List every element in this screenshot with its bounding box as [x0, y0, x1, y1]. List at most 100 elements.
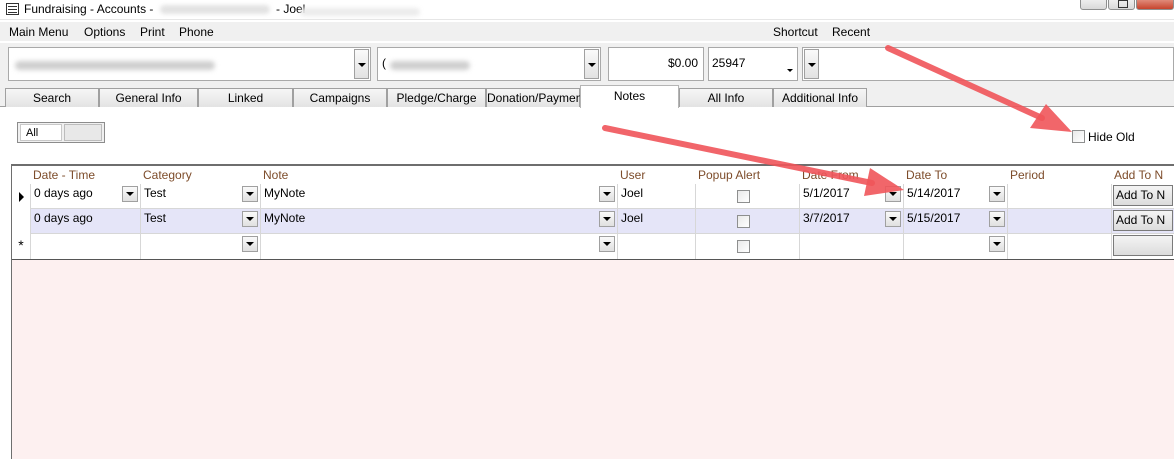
cell-date-time[interactable]: 0 days ago — [31, 184, 141, 209]
category-dropdown-button[interactable] — [242, 236, 258, 252]
tab-all-info[interactable]: All Info — [679, 88, 773, 107]
date-to-dropdown-button[interactable] — [989, 186, 1005, 202]
tab-donation-payment[interactable]: Donation/Payment — [486, 88, 586, 107]
popup-alert-checkbox[interactable] — [737, 190, 750, 203]
cell-user[interactable]: Joel — [618, 184, 696, 209]
category-dropdown-button[interactable] — [242, 211, 258, 227]
cell-date-to[interactable]: 5/14/2017 — [904, 184, 1008, 209]
menu-main-menu[interactable]: Main Menu — [9, 25, 68, 39]
cell-date-from-value: 3/7/2017 — [803, 211, 850, 225]
hide-old-option[interactable]: Hide Old — [1072, 129, 1135, 144]
account-extra-combo[interactable] — [802, 47, 1174, 81]
phone-dropdown-button[interactable] — [584, 49, 599, 79]
menu-print[interactable]: Print — [140, 25, 165, 39]
cell-popup-alert[interactable] — [696, 209, 800, 234]
account-extra-dropdown-button[interactable] — [804, 49, 819, 79]
filter-secondary-button[interactable] — [64, 124, 102, 141]
column-header-add-to[interactable]: Add To N — [1114, 168, 1163, 182]
cell-note[interactable] — [261, 234, 618, 259]
table-row[interactable]: 0 days ago Test MyNote Joel 5/1/2017 5/1… — [12, 184, 1174, 209]
account-number-value: 25947 — [712, 56, 746, 70]
column-header-date-to[interactable]: Date To — [906, 168, 947, 182]
account-name-dropdown-button[interactable] — [354, 49, 369, 79]
cell-date-time[interactable] — [31, 234, 141, 259]
redacted-title-detail — [300, 8, 420, 16]
note-dropdown-button[interactable] — [599, 236, 615, 252]
column-header-category[interactable]: Category — [143, 168, 192, 182]
notes-filter-panel: All Hide Old — [0, 107, 1174, 164]
close-button[interactable] — [1136, 0, 1174, 10]
menu-phone[interactable]: Phone — [179, 25, 214, 39]
popup-alert-checkbox[interactable] — [737, 215, 750, 228]
add-to-button[interactable]: Add To N — [1113, 210, 1173, 231]
cell-add-to[interactable] — [1112, 234, 1174, 259]
cell-user-value: Joel — [621, 211, 644, 225]
cell-period[interactable] — [1008, 209, 1112, 234]
column-header-date-from[interactable]: Date From — [802, 168, 859, 182]
note-dropdown-button[interactable] — [599, 211, 615, 227]
cell-popup-alert[interactable] — [696, 234, 800, 259]
category-dropdown-button[interactable] — [242, 186, 258, 202]
filter-toggle-group: All — [17, 122, 105, 143]
cell-date-from[interactable] — [800, 234, 904, 259]
date-to-dropdown-button[interactable] — [989, 211, 1005, 227]
tab-pledge-charge[interactable]: Pledge/Charge — [387, 88, 486, 107]
menu-recent[interactable]: Recent — [832, 25, 870, 39]
maximize-button[interactable] — [1108, 0, 1135, 10]
cell-period[interactable] — [1008, 234, 1112, 259]
cell-category-value: Test — [144, 211, 167, 225]
cell-date-to[interactable] — [904, 234, 1008, 259]
new-row-star-icon[interactable]: * — [12, 234, 31, 259]
cell-add-to[interactable]: Add To N — [1112, 209, 1174, 234]
cell-date-to[interactable]: 5/15/2017 — [904, 209, 1008, 234]
menu-shortcut[interactable]: Shortcut — [773, 25, 818, 39]
cell-note[interactable]: MyNote — [261, 209, 618, 234]
cell-period[interactable] — [1008, 184, 1112, 209]
account-name-combo[interactable] — [8, 47, 371, 81]
date-from-dropdown-button[interactable] — [885, 211, 901, 227]
tab-campaigns[interactable]: Campaigns — [293, 88, 387, 107]
cell-user[interactable] — [618, 234, 696, 259]
cell-date-time[interactable]: 0 days ago — [31, 209, 141, 234]
cell-date-from[interactable]: 5/1/2017 — [800, 184, 904, 209]
column-header-popup-alert[interactable]: Popup Alert — [698, 168, 760, 182]
cell-add-to[interactable]: Add To N — [1112, 184, 1174, 209]
tab-general-info[interactable]: General Info — [99, 88, 198, 107]
redacted-account-name-field — [15, 61, 215, 70]
table-row-new[interactable]: * — [12, 234, 1174, 259]
cell-category[interactable] — [141, 234, 261, 259]
column-header-user[interactable]: User — [620, 168, 645, 182]
phone-combo[interactable]: ( — [377, 47, 601, 81]
filter-all-button[interactable]: All — [20, 124, 62, 141]
cell-popup-alert[interactable] — [696, 184, 800, 209]
date-time-dropdown-button[interactable] — [122, 186, 138, 202]
balance-field[interactable]: $0.00 — [608, 47, 704, 81]
tab-linked[interactable]: Linked — [198, 88, 293, 107]
date-from-dropdown-button[interactable] — [885, 186, 901, 202]
popup-alert-checkbox[interactable] — [737, 240, 750, 253]
window-title: Fundraising - Accounts - — [24, 2, 154, 16]
date-to-dropdown-button[interactable] — [989, 236, 1005, 252]
cell-date-to-value: 5/15/2017 — [907, 211, 961, 225]
minimize-button[interactable] — [1080, 0, 1107, 10]
tab-search[interactable]: Search — [5, 88, 99, 107]
cell-date-from[interactable]: 3/7/2017 — [800, 209, 904, 234]
add-to-button-empty[interactable] — [1113, 235, 1173, 256]
row-selector-current[interactable] — [12, 184, 31, 209]
cell-category[interactable]: Test — [141, 184, 261, 209]
tab-notes[interactable]: Notes — [580, 85, 679, 108]
note-dropdown-button[interactable] — [599, 186, 615, 202]
tab-additional-info[interactable]: Additional Info — [773, 88, 867, 107]
column-header-note[interactable]: Note — [263, 168, 288, 182]
column-header-period[interactable]: Period — [1010, 168, 1045, 182]
cell-category[interactable]: Test — [141, 209, 261, 234]
account-number-combo[interactable]: 25947 — [708, 47, 798, 81]
hide-old-checkbox[interactable] — [1072, 130, 1085, 144]
column-header-date-time[interactable]: Date - Time — [33, 168, 95, 182]
cell-note[interactable]: MyNote — [261, 184, 618, 209]
menu-options[interactable]: Options — [84, 25, 125, 39]
add-to-button[interactable]: Add To N — [1113, 185, 1173, 206]
cell-user[interactable]: Joel — [618, 209, 696, 234]
table-row[interactable]: 0 days ago Test MyNote Joel 3/7/2017 5/1… — [12, 209, 1174, 234]
row-selector[interactable] — [12, 209, 31, 234]
